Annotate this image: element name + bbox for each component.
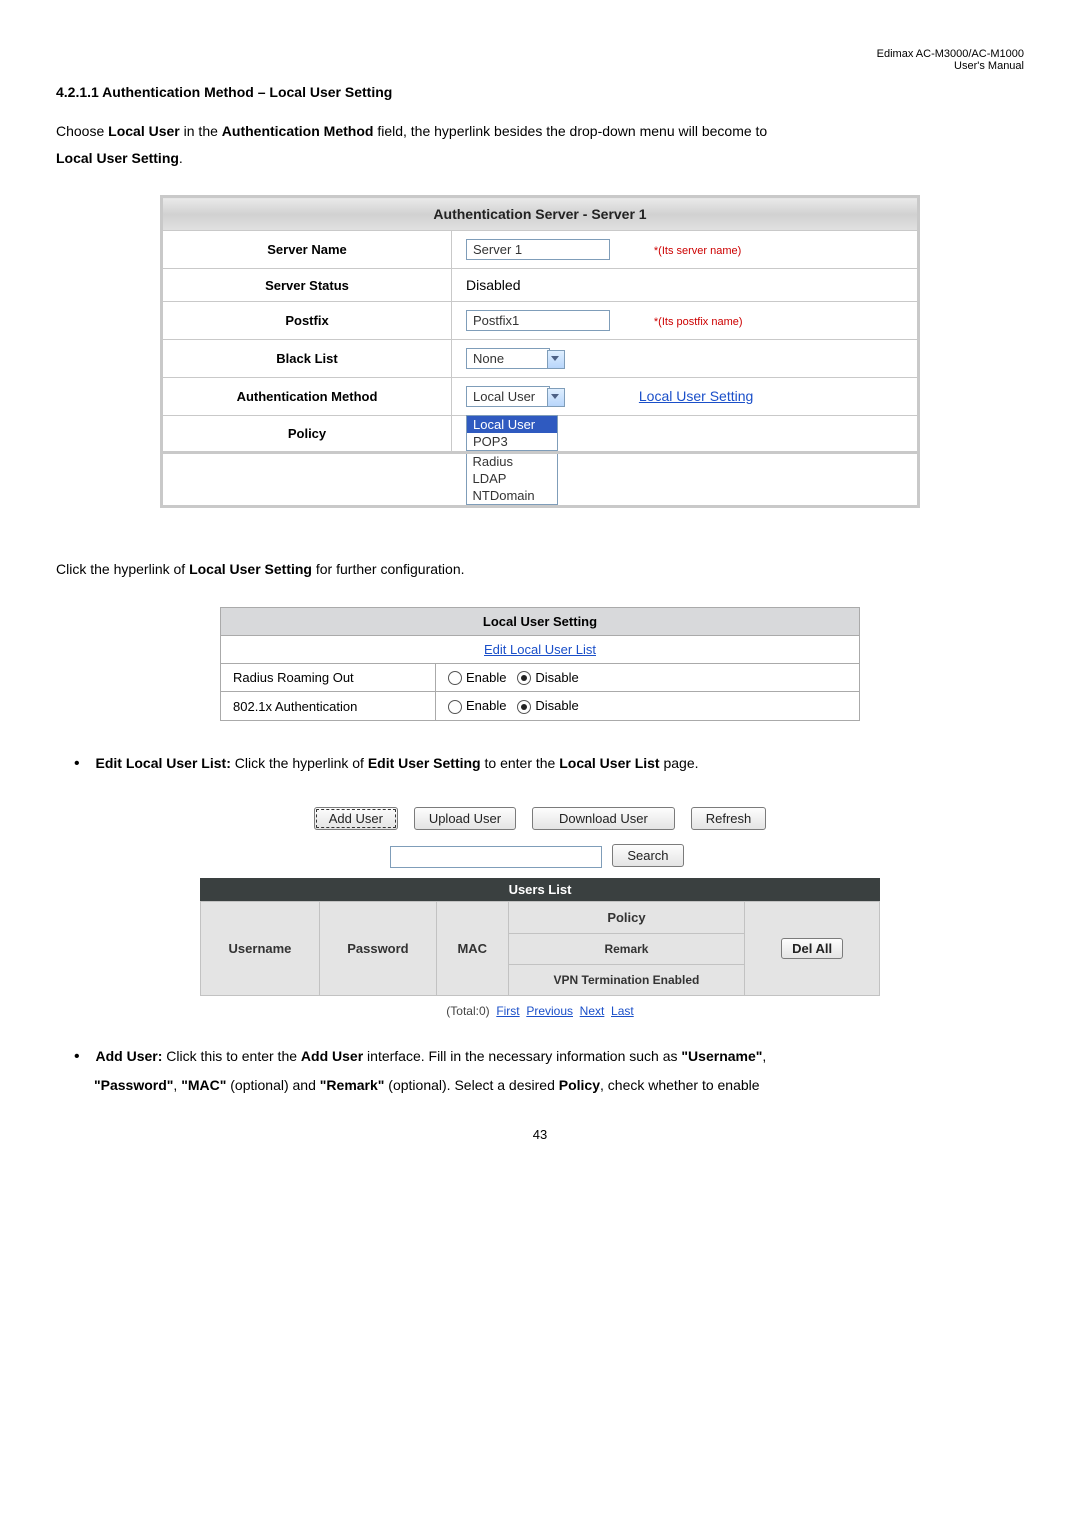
server-name-hint: *(Its server name) <box>654 245 741 257</box>
radius-roaming-enable-radio[interactable] <box>448 671 462 685</box>
auth-method-dropdown-overflow[interactable]: Radius LDAP NTDomain <box>466 453 558 505</box>
bullet-add-user: Add User: Click this to enter the Add Us… <box>56 1042 1024 1099</box>
server-status-label: Server Status <box>162 269 452 302</box>
auth-method-label: Authentication Method <box>162 378 452 416</box>
col-password: Password <box>319 901 436 995</box>
search-input[interactable] <box>390 846 602 868</box>
dropdown-option-pop3[interactable]: POP3 <box>467 433 557 450</box>
local-user-setting-link[interactable]: Local User Setting <box>639 388 753 404</box>
dropdown-option-local-user[interactable]: Local User <box>467 416 557 433</box>
section-heading: 4.2.1.1 Authentication Method – Local Us… <box>56 84 1024 100</box>
auth-server-table: Authentication Server - Server 1 Server … <box>160 195 920 508</box>
bullet-edit-local-user: Edit Local User List: Click the hyperlin… <box>56 749 1024 779</box>
download-user-button[interactable]: Download User <box>532 807 675 830</box>
click-hyperlink-sentence: Click the hyperlink of Local User Settin… <box>56 556 1024 583</box>
postfix-label: Postfix <box>162 302 452 340</box>
radius-roaming-disable-radio[interactable] <box>517 671 531 685</box>
del-all-button[interactable]: Del All <box>781 938 843 959</box>
intro-paragraph: Choose Local User in the Authentication … <box>56 118 1024 171</box>
postfix-input[interactable]: Postfix1 <box>466 310 610 331</box>
local-user-setting-table: Local User Setting Edit Local User List … <box>220 607 860 721</box>
auth-table-heading: Authentication Server - Server 1 <box>162 197 919 231</box>
server-status-value: Disabled <box>452 269 919 302</box>
dropdown-option-ldap[interactable]: LDAP <box>467 470 557 487</box>
8021x-auth-label: 802.1x Authentication <box>221 692 436 721</box>
col-vpn: VPN Termination Enabled <box>508 964 745 995</box>
pager-previous[interactable]: Previous <box>526 1004 573 1018</box>
edit-local-user-list-link[interactable]: Edit Local User List <box>484 642 596 657</box>
server-name-input[interactable]: Server 1 <box>466 239 610 260</box>
pager-last[interactable]: Last <box>611 1004 634 1018</box>
add-user-button[interactable]: Add User <box>314 807 398 830</box>
pager-next[interactable]: Next <box>580 1004 605 1018</box>
policy-label: Policy <box>162 416 452 453</box>
col-username: Username <box>201 901 320 995</box>
blacklist-label: Black List <box>162 340 452 378</box>
col-mac: MAC <box>436 901 508 995</box>
dropdown-option-radius[interactable]: Radius <box>467 453 557 470</box>
8021x-enable-radio[interactable] <box>448 700 462 714</box>
auth-method-dropdown-open[interactable]: Local User POP3 <box>466 415 558 451</box>
pager-first[interactable]: First <box>496 1004 519 1018</box>
dropdown-option-ntdomain[interactable]: NTDomain <box>467 487 557 504</box>
postfix-hint: *(Its postfix name) <box>654 316 743 328</box>
users-list-bar: Users List <box>200 878 880 901</box>
upload-user-button[interactable]: Upload User <box>414 807 516 830</box>
auth-method-select[interactable]: Local User <box>466 386 550 407</box>
pager: (Total:0) First Previous Next Last <box>200 1004 880 1018</box>
local-table-heading: Local User Setting <box>221 607 860 635</box>
page-number: 43 <box>56 1127 1024 1142</box>
product-name: Edimax AC-M3000/AC-M1000 <box>877 48 1024 60</box>
blacklist-select[interactable]: None <box>466 348 550 369</box>
refresh-button[interactable]: Refresh <box>691 807 767 830</box>
chevron-down-icon[interactable] <box>547 350 565 369</box>
8021x-disable-radio[interactable] <box>517 700 531 714</box>
users-list-table: Username Password MAC Policy Del All Rem… <box>200 901 880 996</box>
chevron-down-icon[interactable] <box>547 388 565 407</box>
radius-roaming-label: Radius Roaming Out <box>221 663 436 692</box>
search-button[interactable]: Search <box>612 844 683 867</box>
server-name-label: Server Name <box>162 231 452 269</box>
col-remark: Remark <box>508 933 745 964</box>
doc-subtitle: User's Manual <box>954 60 1024 72</box>
col-policy: Policy <box>508 901 745 933</box>
